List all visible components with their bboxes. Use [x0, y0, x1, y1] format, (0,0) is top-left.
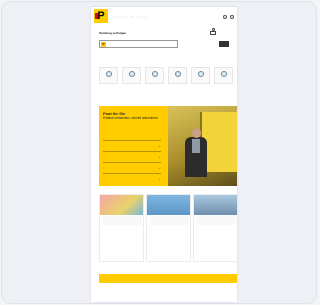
quick-tile[interactable] — [145, 67, 164, 84]
hero-link[interactable]: › — [103, 151, 161, 162]
search-icon[interactable] — [223, 15, 227, 19]
tracking-submit-button[interactable] — [219, 41, 229, 47]
hero-link[interactable]: › — [103, 173, 161, 184]
hero-subtitle: Einfach versenden, schnell ankommen — [103, 116, 158, 120]
hero-image — [168, 106, 237, 186]
news-card-image — [100, 195, 143, 215]
hero-links: › › › › — [103, 140, 161, 184]
nav-item[interactable] — [136, 16, 140, 18]
post-logo[interactable]: P — [94, 9, 108, 23]
news-cards — [99, 194, 237, 262]
nav-item[interactable] — [112, 16, 116, 18]
nav-icons — [223, 15, 234, 19]
logo-red-mark — [95, 13, 98, 19]
stamp-icon — [151, 71, 158, 77]
quick-tile[interactable] — [191, 67, 210, 84]
quick-tile[interactable] — [122, 67, 141, 84]
news-card-image — [194, 195, 237, 215]
quick-tile[interactable] — [214, 67, 233, 84]
hero-link[interactable]: › — [103, 140, 161, 151]
nav-item[interactable] — [130, 16, 134, 18]
quick-tile[interactable] — [168, 67, 187, 84]
letter-icon — [105, 71, 112, 77]
nav-item[interactable] — [124, 16, 128, 18]
main-nav — [112, 16, 146, 18]
account-icon — [220, 71, 227, 77]
quick-tiles — [99, 67, 233, 84]
chevron-right-icon: › — [159, 177, 160, 181]
location-icon — [174, 71, 181, 77]
news-card[interactable] — [99, 194, 144, 262]
hero-link[interactable]: › — [103, 162, 161, 173]
hero-panel: Post für Sie Einfach versenden, schnell … — [99, 106, 168, 186]
parcel-icon — [128, 71, 135, 77]
nav-item[interactable] — [142, 16, 146, 18]
news-card[interactable] — [193, 194, 237, 262]
user-icon[interactable] — [230, 15, 234, 19]
webpage-preview: P Sendung verfolgen P Post für Sie Einfa… — [91, 7, 237, 302]
payment-icon — [197, 71, 204, 77]
tracking-title: Sendung verfolgen — [99, 31, 127, 35]
footer-bar — [99, 274, 237, 283]
nav-item[interactable] — [118, 16, 122, 18]
news-card[interactable] — [146, 194, 191, 262]
quick-tile[interactable] — [99, 67, 118, 84]
news-card-image — [147, 195, 190, 215]
package-search-icon — [209, 28, 217, 36]
post-mini-logo-icon: P — [101, 42, 106, 47]
tracking-input[interactable]: P — [99, 40, 178, 48]
